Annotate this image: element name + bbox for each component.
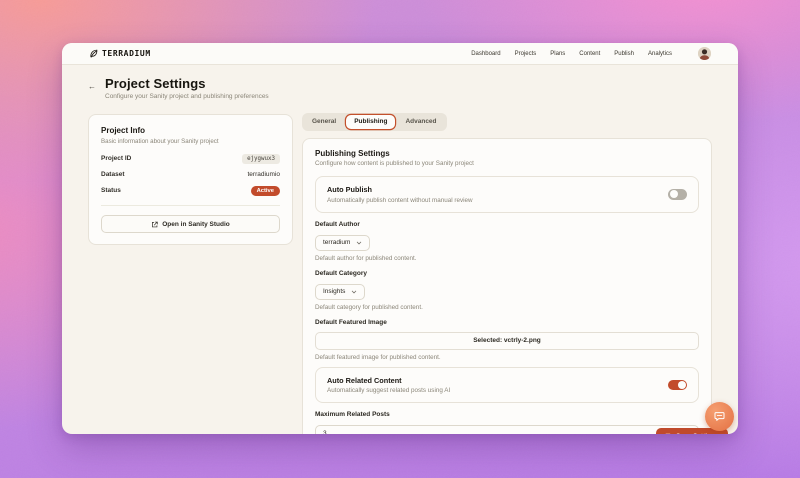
nav-item-dashboard[interactable]: Dashboard	[471, 51, 500, 57]
save-icon	[665, 433, 671, 434]
chevron-down-icon	[357, 241, 362, 244]
featured-image-button[interactable]: Selected: vctrly-2.png	[315, 332, 699, 350]
settings-tabs: General Publishing Advanced	[302, 113, 447, 131]
status-row: Status Active	[101, 185, 280, 196]
nav-item-plans[interactable]: Plans	[550, 51, 565, 57]
project-id-label: Project ID	[101, 155, 132, 162]
default-category-value: Insights	[323, 288, 346, 295]
open-sanity-studio-button[interactable]: Open in Sanity Studio	[101, 215, 280, 233]
auto-publish-description: Automatically publish content without ma…	[327, 196, 473, 204]
leaf-icon	[90, 49, 98, 58]
default-category-label: Default Category	[315, 269, 368, 277]
status-badge: Active	[250, 185, 280, 196]
auto-related-toggle[interactable]	[668, 379, 687, 390]
brand-name: TERRADIUM	[102, 49, 151, 58]
user-avatar[interactable]	[698, 47, 711, 60]
project-info-title: Project Info	[101, 126, 146, 135]
nav-item-publish[interactable]: Publish	[614, 51, 634, 57]
tab-general[interactable]: General	[304, 115, 344, 129]
default-category-help: Default category for published content.	[315, 303, 423, 311]
feedback-fab[interactable]	[705, 402, 734, 431]
brand-logo[interactable]: TERRADIUM	[89, 49, 151, 58]
auto-publish-label: Auto Publish	[327, 185, 372, 194]
default-author-help: Default author for published content.	[315, 254, 417, 262]
nav-item-projects[interactable]: Projects	[515, 51, 537, 57]
open-sanity-studio-label: Open in Sanity Studio	[162, 220, 230, 228]
auto-related-card: Auto Related Content Automatically sugge…	[315, 366, 699, 403]
dataset-value: terradiumio	[247, 171, 280, 178]
auto-publish-card: Auto Publish Automatically publish conte…	[315, 176, 699, 213]
chat-bubble-icon	[714, 412, 725, 421]
back-arrow-icon[interactable]: ←	[88, 82, 96, 91]
external-link-icon	[152, 221, 158, 227]
publishing-settings-subtitle: Configure how content is published to yo…	[315, 160, 474, 167]
publishing-settings-panel: Publishing Settings Configure how conten…	[302, 137, 712, 434]
divider	[101, 205, 280, 206]
avatar-photo	[698, 47, 711, 60]
page-title: Project Settings	[105, 76, 206, 91]
max-related-input[interactable]	[315, 425, 699, 434]
dataset-row: Dataset terradiumio	[101, 171, 280, 178]
publishing-settings-title: Publishing Settings	[315, 148, 390, 158]
default-author-value: terradium	[323, 239, 351, 246]
nav-links: Dashboard Projects Plans Content Publish…	[471, 47, 711, 60]
chevron-down-icon	[352, 290, 357, 293]
dataset-label: Dataset	[101, 171, 125, 178]
default-category-select[interactable]: Insights	[315, 283, 366, 300]
project-info-card: Project Info Basic information about you…	[88, 114, 293, 245]
max-related-label: Maximum Related Posts	[315, 411, 390, 418]
project-id-value: ejygwux3	[242, 153, 280, 164]
page-content: ← Project Settings Configure your Sanity…	[62, 65, 738, 434]
page-subtitle: Configure your Sanity project and publis…	[105, 93, 269, 100]
auto-publish-toggle[interactable]	[668, 189, 687, 200]
save-settings-label: Save Settings	[676, 433, 719, 435]
tab-advanced[interactable]: Advanced	[397, 115, 444, 129]
page-header: ← Project Settings Configure your Sanity…	[88, 76, 712, 100]
status-label: Status	[101, 187, 121, 195]
default-author-label: Default Author	[315, 220, 360, 228]
nav-item-analytics[interactable]: Analytics	[648, 51, 672, 57]
auto-related-label: Auto Related Content	[327, 375, 402, 385]
featured-image-label: Default Featured Image	[315, 318, 387, 326]
auto-related-description: Automatically suggest related posts usin…	[327, 387, 451, 394]
top-navbar: TERRADIUM Dashboard Projects Plans Conte…	[62, 43, 738, 65]
app-window: TERRADIUM Dashboard Projects Plans Conte…	[62, 43, 738, 434]
nav-item-content[interactable]: Content	[579, 51, 600, 57]
project-id-row: Project ID ejygwux3	[101, 153, 280, 164]
tab-publishing[interactable]: Publishing	[346, 115, 396, 129]
default-author-select[interactable]: terradium	[315, 234, 371, 251]
project-info-subtitle: Basic information about your Sanity proj…	[101, 137, 219, 145]
featured-image-help: Default featured image for published con…	[315, 353, 441, 361]
